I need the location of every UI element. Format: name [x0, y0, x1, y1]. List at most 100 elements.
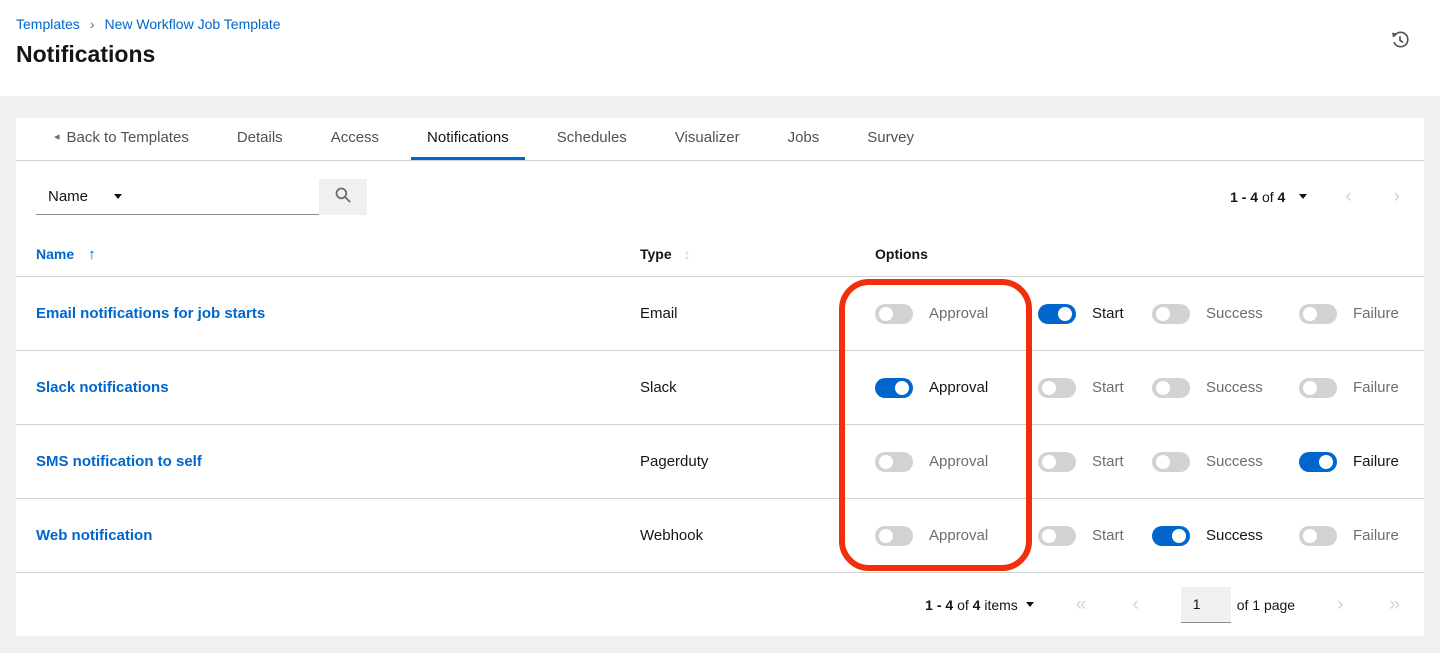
notifications-card: ◂ Back to Templates Details Access Notif… [16, 118, 1424, 636]
last-page-arrow-icon[interactable]: » [1385, 595, 1404, 614]
sort-ascending-icon[interactable]: ↑ [88, 246, 96, 263]
toggle-group: Approval [875, 304, 1038, 324]
failure-toggle[interactable] [1299, 378, 1337, 398]
failure-toggle-label: Failure [1353, 453, 1399, 470]
filter-type-select[interactable]: Name [36, 179, 134, 215]
success-toggle[interactable] [1152, 452, 1190, 472]
search-icon [334, 186, 352, 207]
tab-notifications[interactable]: Notifications [411, 118, 525, 160]
page-title: Notifications [16, 41, 1416, 68]
tab-access[interactable]: Access [315, 118, 395, 160]
notification-name-link[interactable]: Email notifications for job starts [36, 305, 265, 322]
breadcrumb: Templates › New Workflow Job Template [16, 16, 1416, 32]
tab-back-to-templates[interactable]: ◂ Back to Templates [38, 118, 205, 160]
notification-type: Email [640, 305, 875, 322]
start-toggle[interactable] [1038, 526, 1076, 546]
tab-schedules[interactable]: Schedules [541, 118, 643, 160]
history-button[interactable] [1390, 30, 1410, 53]
success-toggle[interactable] [1152, 378, 1190, 398]
notification-name-link[interactable]: SMS notification to self [36, 453, 202, 470]
toggle-group: Failure [1299, 304, 1424, 324]
page-count-label: of 1 page [1237, 597, 1295, 613]
start-toggle[interactable] [1038, 378, 1076, 398]
pagination-caret-icon[interactable] [1299, 194, 1307, 199]
toggle-group: Approval [875, 378, 1038, 398]
success-toggle-label: Success [1206, 379, 1263, 396]
toggle-group: Approval [875, 526, 1038, 546]
tab-visualizer[interactable]: Visualizer [659, 118, 756, 160]
table-row: Slack notifications Slack Approval Start… [16, 350, 1424, 424]
success-toggle[interactable] [1152, 526, 1190, 546]
search-button[interactable] [319, 179, 367, 215]
failure-toggle[interactable] [1299, 304, 1337, 324]
toggle-group: Success [1152, 378, 1299, 398]
current-page-input[interactable] [1181, 587, 1231, 623]
breadcrumb-link-template[interactable]: New Workflow Job Template [104, 16, 280, 32]
start-toggle-label: Start [1092, 379, 1124, 396]
column-header-type[interactable]: Type [640, 246, 672, 262]
table-body: Email notifications for job starts Email… [16, 276, 1424, 572]
failure-toggle[interactable] [1299, 452, 1337, 472]
toggle-group: Success [1152, 526, 1299, 546]
approval-toggle[interactable] [875, 452, 913, 472]
notification-type: Slack [640, 379, 875, 396]
search-input[interactable] [134, 179, 319, 215]
history-icon [1390, 38, 1410, 53]
start-toggle-label: Start [1092, 305, 1124, 322]
first-page-arrow-icon[interactable]: « [1072, 595, 1091, 614]
start-toggle-label: Start [1092, 453, 1124, 470]
toggle-group: Failure [1299, 378, 1424, 398]
success-toggle[interactable] [1152, 304, 1190, 324]
tab-bar: ◂ Back to Templates Details Access Notif… [16, 118, 1424, 161]
failure-toggle-label: Failure [1353, 305, 1399, 322]
next-page-arrow-icon[interactable]: › [1390, 187, 1404, 206]
notification-name-link[interactable]: Slack notifications [36, 379, 169, 396]
tab-survey[interactable]: Survey [851, 118, 930, 160]
toggle-group: Start [1038, 526, 1152, 546]
notification-name-link[interactable]: Web notification [36, 527, 152, 544]
approval-toggle[interactable] [875, 378, 913, 398]
table-header-row: Name ↑ Type ↕ Options [16, 232, 1424, 276]
start-toggle-label: Start [1092, 527, 1124, 544]
toggle-group: Success [1152, 304, 1299, 324]
failure-toggle-label: Failure [1353, 379, 1399, 396]
prev-page-arrow-icon[interactable]: ‹ [1341, 187, 1355, 206]
tab-jobs[interactable]: Jobs [772, 118, 836, 160]
approval-toggle-label: Approval [929, 305, 988, 322]
toggle-group: Start [1038, 304, 1152, 324]
success-toggle-label: Success [1206, 305, 1263, 322]
toggle-group: Failure [1299, 526, 1424, 546]
page-header: Templates › New Workflow Job Template No… [0, 0, 1440, 96]
tab-details[interactable]: Details [221, 118, 299, 160]
sort-both-icon[interactable]: ↕ [684, 246, 691, 262]
breadcrumb-separator-icon: › [90, 16, 95, 32]
bottom-pagination: 1 - 4 of 4 items « ‹ of 1 page › » [16, 572, 1424, 636]
notification-type: Pagerduty [640, 453, 875, 470]
toggle-group: Start [1038, 452, 1152, 472]
failure-toggle[interactable] [1299, 526, 1337, 546]
next-page-arrow-icon[interactable]: › [1333, 595, 1347, 614]
breadcrumb-link-templates[interactable]: Templates [16, 16, 80, 32]
back-caret-icon: ◂ [54, 132, 60, 143]
column-header-options: Options [875, 246, 928, 262]
start-toggle[interactable] [1038, 452, 1076, 472]
toolbar: Name 1 - 4 of 4 ‹ › [16, 161, 1424, 233]
approval-toggle-label: Approval [929, 527, 988, 544]
approval-toggle-label: Approval [929, 453, 988, 470]
toggle-group: Approval [875, 452, 1038, 472]
toggle-group: Success [1152, 452, 1299, 472]
top-pagination: 1 - 4 of 4 ‹ › [1230, 187, 1404, 206]
items-per-page-caret-icon[interactable] [1026, 602, 1034, 607]
approval-toggle[interactable] [875, 304, 913, 324]
table-row: Email notifications for job starts Email… [16, 276, 1424, 350]
failure-toggle-label: Failure [1353, 527, 1399, 544]
success-toggle-label: Success [1206, 527, 1263, 544]
table-row: SMS notification to self Pagerduty Appro… [16, 424, 1424, 498]
approval-toggle[interactable] [875, 526, 913, 546]
start-toggle[interactable] [1038, 304, 1076, 324]
prev-page-arrow-icon[interactable]: ‹ [1128, 595, 1142, 614]
column-header-name[interactable]: Name [36, 246, 74, 262]
caret-down-icon [114, 194, 122, 199]
toggle-group: Start [1038, 378, 1152, 398]
notification-type: Webhook [640, 527, 875, 544]
